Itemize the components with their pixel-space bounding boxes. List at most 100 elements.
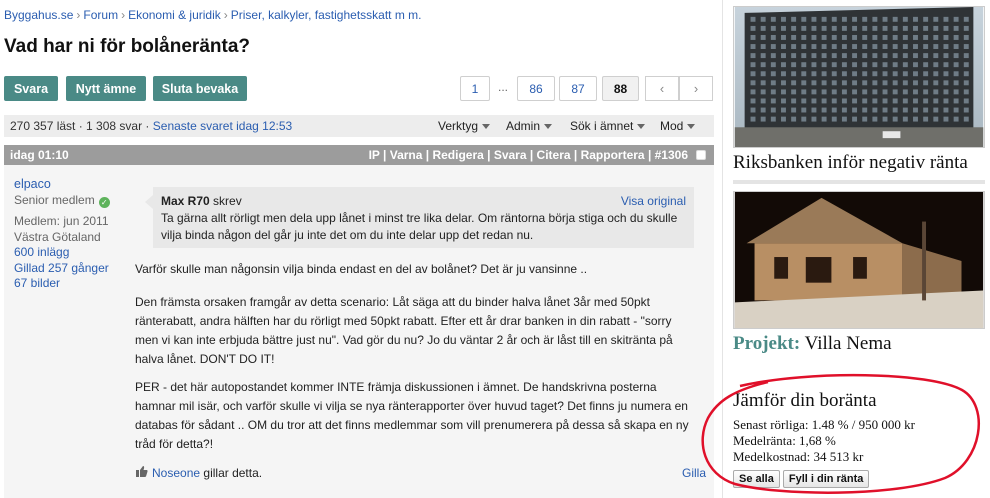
thread-stats-bar: 270 357 läst · 1 308 svar · Senaste svar… bbox=[4, 115, 714, 137]
building-window bbox=[831, 89, 837, 95]
breadcrumb-sep: › bbox=[76, 8, 81, 22]
building-window bbox=[841, 89, 847, 95]
building-window bbox=[872, 80, 878, 86]
building-window bbox=[902, 44, 908, 49]
post-header: idag 01:10 IP | Varna | Redigera | Svara… bbox=[4, 145, 714, 165]
next-page-button[interactable]: › bbox=[679, 76, 713, 101]
author-panel: elpaco Senior medlem ✓ Medlem: jun 2011 V… bbox=[14, 177, 110, 292]
building-window bbox=[923, 107, 929, 113]
building-window bbox=[902, 98, 908, 104]
building-window bbox=[963, 89, 969, 95]
author-region: Västra Götaland bbox=[14, 229, 101, 244]
new-topic-button[interactable]: Nytt ämne bbox=[66, 76, 146, 101]
building-window bbox=[750, 25, 756, 31]
building-window bbox=[892, 71, 898, 77]
building-window bbox=[791, 71, 797, 77]
thread-stats: 270 357 läst · 1 308 svar · bbox=[10, 119, 150, 133]
page-86-link[interactable]: 86 bbox=[517, 76, 555, 101]
author-posts-link[interactable]: 600 inlägg bbox=[14, 245, 110, 261]
latest-reply-link[interactable]: Senaste svaret idag 12:53 bbox=[153, 119, 292, 133]
building-window bbox=[750, 89, 756, 95]
building-window bbox=[821, 62, 827, 68]
building-window bbox=[801, 35, 807, 40]
building-window bbox=[913, 80, 918, 86]
select-post-checkbox[interactable] bbox=[696, 150, 706, 160]
author-name[interactable]: elpaco bbox=[14, 177, 110, 193]
breadcrumb-forum[interactable]: Forum bbox=[83, 8, 118, 22]
view-original-link[interactable]: Visa original bbox=[621, 193, 686, 210]
building-window bbox=[831, 53, 837, 59]
building-window bbox=[841, 35, 847, 40]
building-window bbox=[963, 71, 969, 77]
building-window bbox=[770, 44, 776, 49]
building-window bbox=[902, 107, 908, 113]
prev-page-button[interactable]: ‹ bbox=[645, 76, 679, 101]
page-1-link[interactable]: 1 bbox=[460, 76, 490, 101]
tools-menu[interactable]: Verktyg bbox=[438, 119, 491, 133]
mod-menu-label: Mod bbox=[660, 119, 684, 133]
building-window bbox=[841, 71, 847, 77]
verified-check-icon: ✓ bbox=[98, 196, 110, 208]
building-window bbox=[791, 116, 797, 122]
building-window bbox=[913, 62, 918, 68]
building-window bbox=[852, 98, 858, 104]
building-window bbox=[953, 35, 959, 40]
building-window bbox=[770, 53, 776, 59]
building-window bbox=[760, 116, 766, 122]
ad1-title[interactable]: Riksbanken inför negativ ränta bbox=[733, 152, 985, 174]
author-rank: Senior medlem bbox=[14, 192, 95, 207]
ad2-title-row[interactable]: Projekt: Villa Nema bbox=[733, 333, 985, 355]
building-window bbox=[791, 107, 797, 113]
building-window bbox=[811, 98, 817, 104]
building-window bbox=[781, 35, 786, 40]
breadcrumb-subforum[interactable]: Priser, kalkyler, fastighetsskatt m m. bbox=[231, 8, 422, 22]
building-window bbox=[953, 107, 959, 113]
riksbanken-building-image[interactable] bbox=[733, 6, 985, 148]
building-window bbox=[852, 107, 858, 113]
breadcrumb: Byggahus.se › Forum › Ekonomi & juridik › Pris… bbox=[4, 8, 422, 22]
liker-name[interactable]: Noseone bbox=[152, 466, 200, 480]
building-window bbox=[872, 89, 878, 95]
building-window bbox=[791, 53, 797, 59]
building-window bbox=[943, 62, 949, 68]
building-window bbox=[943, 80, 949, 86]
breadcrumb-home[interactable]: Byggahus.se bbox=[4, 8, 73, 22]
building-window bbox=[963, 44, 969, 49]
building-window bbox=[892, 44, 898, 49]
building-window bbox=[882, 98, 888, 104]
building-window bbox=[811, 62, 817, 68]
building-window bbox=[770, 16, 776, 22]
building-window bbox=[943, 107, 949, 113]
building-window bbox=[902, 53, 908, 59]
post-actions[interactable]: IP | Varna | Redigera | Svara | Citera |… bbox=[369, 148, 688, 162]
building-window bbox=[811, 35, 817, 40]
admin-menu[interactable]: Admin bbox=[506, 119, 553, 133]
forum-thread: Byggahus.se › Forum › Ekonomi & juridik › Pris… bbox=[0, 0, 718, 498]
building-window bbox=[841, 62, 847, 68]
building-window bbox=[892, 107, 898, 113]
building-window bbox=[963, 62, 969, 68]
building-window bbox=[933, 25, 939, 31]
page-88-current[interactable]: 88 bbox=[602, 76, 639, 101]
building-window bbox=[760, 44, 766, 49]
building-window bbox=[852, 53, 858, 59]
reply-button[interactable]: Svara bbox=[4, 76, 58, 101]
building-window bbox=[953, 89, 959, 95]
building-window bbox=[872, 35, 878, 40]
building-window bbox=[770, 98, 776, 104]
author-liked-link[interactable]: Gillad 257 gånger bbox=[14, 261, 110, 277]
building-window bbox=[902, 80, 908, 86]
stop-watching-button[interactable]: Sluta bevaka bbox=[153, 76, 247, 101]
author-pictures-link[interactable]: 67 bilder bbox=[14, 276, 110, 292]
building-window bbox=[953, 71, 959, 77]
breadcrumb-category[interactable]: Ekonomi & juridik bbox=[128, 8, 221, 22]
page-87-link[interactable]: 87 bbox=[559, 76, 597, 101]
building-window bbox=[750, 98, 756, 104]
building-window bbox=[791, 98, 797, 104]
building-window bbox=[770, 62, 776, 68]
mod-menu[interactable]: Mod bbox=[660, 119, 696, 133]
building-window bbox=[852, 44, 858, 49]
villa-nema-image[interactable] bbox=[733, 191, 985, 329]
building-window bbox=[862, 35, 868, 40]
search-topic-menu[interactable]: Sök i ämnet bbox=[570, 119, 646, 133]
